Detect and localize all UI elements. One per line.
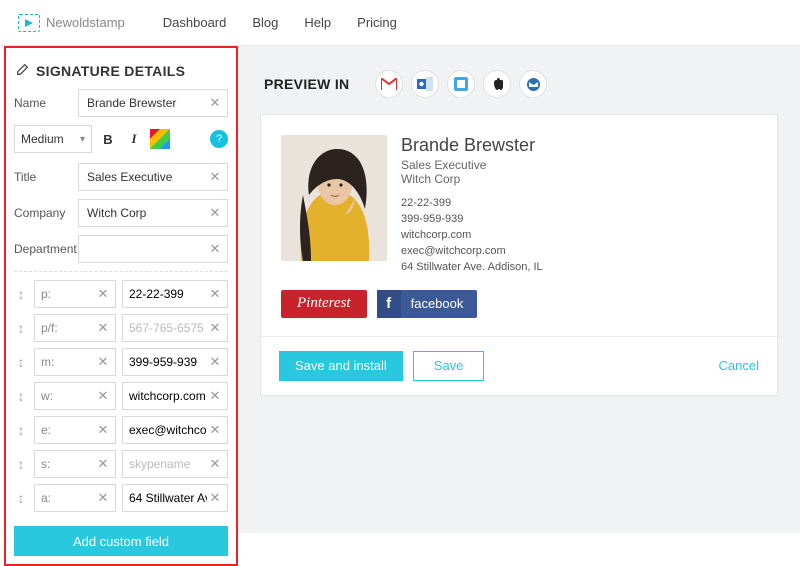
- signature-text: Brande Brewster Sales Executive Witch Co…: [401, 135, 543, 276]
- font-size-select[interactable]: Medium ▾: [14, 125, 92, 153]
- bold-button[interactable]: B: [98, 129, 118, 149]
- department-label: Department: [14, 242, 72, 256]
- divider: [14, 271, 228, 272]
- signature-address: 64 Stillwater Ave. Addison, IL: [401, 260, 543, 276]
- font-size-value: Medium: [21, 132, 64, 146]
- contact-row: ↕ ✕ ✕: [14, 348, 228, 376]
- signature-website: witchcorp.com: [401, 228, 543, 244]
- apple-icon[interactable]: [483, 70, 511, 98]
- clear-icon[interactable]: ✕: [206, 450, 224, 478]
- contact-row: ↕ ✕ ✕: [14, 382, 228, 410]
- mail-client-icons: [375, 70, 547, 98]
- clear-icon[interactable]: ✕: [94, 416, 112, 444]
- yahoo-icon[interactable]: [447, 70, 475, 98]
- facebook-f-icon: f: [377, 290, 401, 318]
- save-button[interactable]: Save: [413, 351, 485, 381]
- chevron-down-icon: ▾: [80, 134, 85, 145]
- gmail-icon[interactable]: [375, 70, 403, 98]
- logo-icon: [18, 14, 40, 32]
- logo-text: Newoldstamp: [46, 15, 125, 30]
- thunderbird-icon[interactable]: [519, 70, 547, 98]
- pinterest-button[interactable]: Pinterest: [281, 290, 367, 318]
- color-picker-button[interactable]: [150, 129, 170, 149]
- signature-mobile: 399-959-939: [401, 212, 543, 228]
- clear-icon[interactable]: ✕: [206, 416, 224, 444]
- drag-handle-icon[interactable]: ↕: [14, 456, 28, 472]
- facebook-button[interactable]: ffacebook: [377, 290, 478, 318]
- section-title: SIGNATURE DETAILS: [36, 63, 185, 79]
- drag-handle-icon[interactable]: ↕: [14, 388, 28, 404]
- italic-button[interactable]: I: [124, 129, 144, 149]
- name-label: Name: [14, 96, 72, 110]
- clear-icon[interactable]: ✕: [94, 348, 112, 376]
- contact-row: ↕ ✕ ✕: [14, 416, 228, 444]
- signature-company: Witch Corp: [401, 172, 543, 186]
- drag-handle-icon[interactable]: ↕: [14, 286, 28, 302]
- drag-handle-icon[interactable]: ↕: [14, 422, 28, 438]
- add-custom-field-button[interactable]: Add custom field: [14, 526, 228, 556]
- cancel-link[interactable]: Cancel: [719, 358, 759, 373]
- signature-phone: 22-22-399: [401, 196, 543, 212]
- details-highlight-box: SIGNATURE DETAILS Name ✕ Medium ▾ B I ?: [4, 46, 238, 566]
- clear-icon[interactable]: ✕: [206, 484, 224, 512]
- clear-icon[interactable]: ✕: [94, 450, 112, 478]
- action-bar: Save and install Save Cancel: [261, 336, 777, 395]
- contact-rows: ↕ ✕ ✕ ↕ ✕ ✕ ↕ ✕ ✕ ↕ ✕ ✕ ↕ ✕ ✕ ↕ ✕ ✕ ↕ ✕ ✕: [14, 280, 228, 512]
- avatar: [281, 135, 387, 261]
- clear-icon[interactable]: ✕: [94, 382, 112, 410]
- save-install-button[interactable]: Save and install: [279, 351, 403, 381]
- signature-preview-card: Brande Brewster Sales Executive Witch Co…: [260, 114, 778, 396]
- contact-row: ↕ ✕ ✕: [14, 314, 228, 342]
- nav-links: Dashboard Blog Help Pricing: [163, 15, 397, 30]
- contact-row: ↕ ✕ ✕: [14, 484, 228, 512]
- help-icon[interactable]: ?: [210, 130, 228, 148]
- preview-label: PREVIEW IN: [264, 76, 349, 92]
- clear-icon[interactable]: ✕: [94, 484, 112, 512]
- clear-icon[interactable]: ✕: [206, 235, 224, 263]
- company-label: Company: [14, 206, 72, 220]
- details-panel: SIGNATURE DETAILS Name ✕ Medium ▾ B I ?: [0, 46, 238, 533]
- clear-icon[interactable]: ✕: [206, 382, 224, 410]
- preview-panel: PREVIEW IN: [238, 46, 800, 533]
- nav-pricing[interactable]: Pricing: [357, 15, 397, 30]
- nav-blog[interactable]: Blog: [252, 15, 278, 30]
- title-label: Title: [14, 170, 72, 184]
- clear-icon[interactable]: ✕: [206, 348, 224, 376]
- drag-handle-icon[interactable]: ↕: [14, 490, 28, 506]
- nav-dashboard[interactable]: Dashboard: [163, 15, 227, 30]
- nav-help[interactable]: Help: [304, 15, 331, 30]
- signature-role: Sales Executive: [401, 158, 543, 172]
- drag-handle-icon[interactable]: ↕: [14, 320, 28, 336]
- clear-icon[interactable]: ✕: [206, 314, 224, 342]
- logo[interactable]: Newoldstamp: [18, 14, 125, 32]
- clear-icon[interactable]: ✕: [94, 280, 112, 308]
- contact-row: ↕ ✕ ✕: [14, 450, 228, 478]
- clear-icon[interactable]: ✕: [94, 314, 112, 342]
- edit-icon: [16, 62, 30, 79]
- drag-handle-icon[interactable]: ↕: [14, 354, 28, 370]
- contact-row: ↕ ✕ ✕: [14, 280, 228, 308]
- clear-icon[interactable]: ✕: [206, 89, 224, 117]
- clear-icon[interactable]: ✕: [206, 199, 224, 227]
- signature-email: exec@witchcorp.com: [401, 244, 543, 260]
- clear-icon[interactable]: ✕: [206, 280, 224, 308]
- top-nav: Newoldstamp Dashboard Blog Help Pricing: [0, 0, 800, 46]
- clear-icon[interactable]: ✕: [206, 163, 224, 191]
- signature-name: Brande Brewster: [401, 135, 543, 156]
- outlook-icon[interactable]: [411, 70, 439, 98]
